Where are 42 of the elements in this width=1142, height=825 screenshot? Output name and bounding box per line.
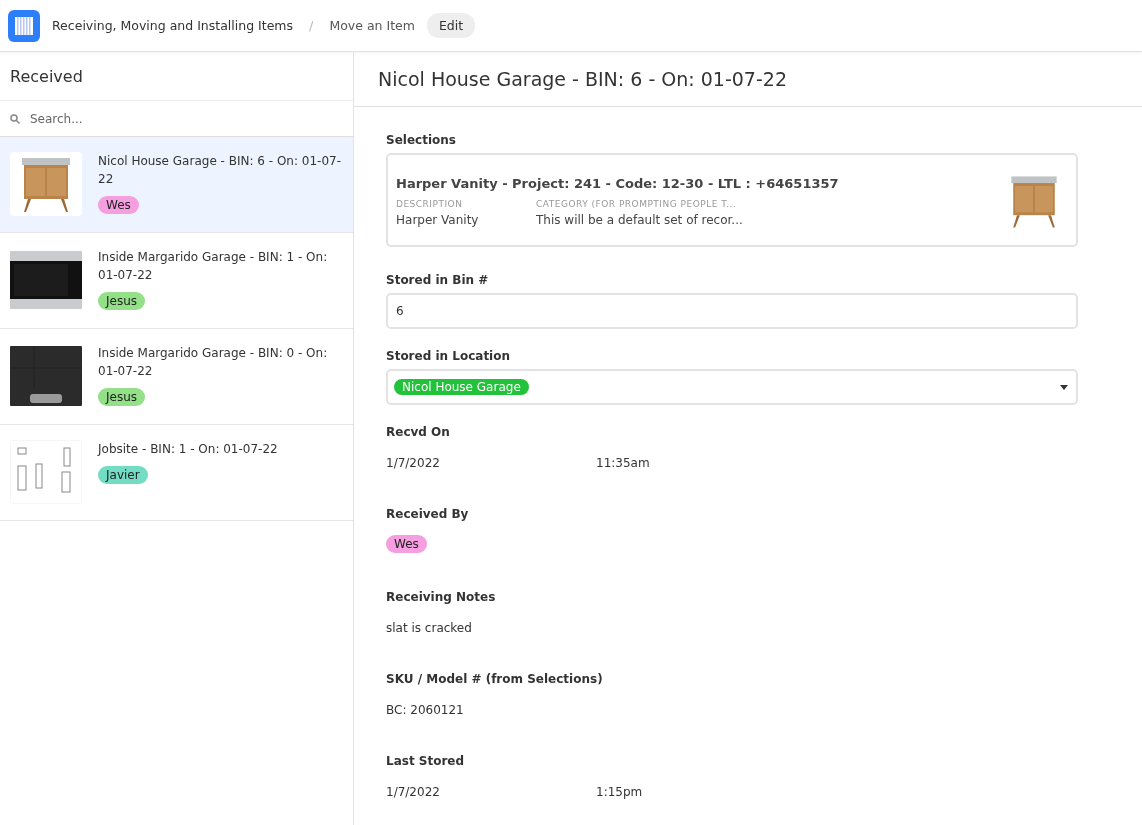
edit-button[interactable]: Edit (426, 13, 476, 38)
panel-title: Received (0, 52, 353, 101)
field-label: Receiving Notes (386, 590, 497, 604)
field-label: Stored in Location (386, 349, 512, 363)
person-tag: Javier (98, 466, 148, 484)
time-value: 1:15pm (596, 785, 643, 799)
person-tag: Wes (98, 196, 139, 214)
column-value: This will be a default set of recor... (536, 212, 744, 227)
column-heading: DESCRIPTION (396, 198, 464, 209)
list-item[interactable]: Nicol House Garage - BIN: 6 - On: 01-07-22 Wes (0, 137, 353, 233)
field-label: Recvd On (386, 425, 451, 439)
person-tag: Jesus (98, 292, 146, 310)
field-label: Selections (386, 133, 457, 147)
record-card[interactable]: Harper Vanity - Project: 241 - Code: 12-30 - LTL : +64651357 DESCRIPTION Harper Vanity CATEGORY (FOR PROMPTING PEOPLE T... This will be a default set of recor... (386, 153, 1078, 247)
search-field[interactable]: Search... (28, 110, 353, 127)
date-value: 1/7/2022 (386, 456, 441, 470)
item-title: Inside Margarido Garage - BIN: 0 - On: 01-07-22 (98, 345, 329, 380)
date-value: 1/7/2022 (386, 785, 441, 799)
item-title: Inside Margarido Garage - BIN: 1 - On: 01-07-22 (98, 249, 329, 284)
person-tag: Wes (386, 535, 427, 553)
breadcrumb-page[interactable]: Move an Item (329, 18, 415, 33)
bin-input[interactable]: 6 (386, 293, 1078, 329)
record-heading: Nicol House Garage - BIN: 6 - On: 01-07-22 (354, 52, 1142, 107)
app-logo-icon[interactable] (8, 9, 40, 42)
dropdown-icon (1060, 384, 1068, 390)
location-tag: Nicol House Garage (394, 379, 529, 395)
field-value: BC: 2060121 (386, 703, 465, 717)
record-title: Harper Vanity - Project: 241 - Code: 12-30 - LTL : +64651357 (396, 175, 840, 191)
person-tag: Jesus (98, 388, 146, 406)
search-icon (10, 113, 20, 124)
item-title: Jobsite - BIN: 1 - On: 01-07-22 (98, 441, 278, 458)
column-heading: CATEGORY (FOR PROMPTING PEOPLE T... (536, 198, 738, 209)
field-label: SKU / Model # (from Selections) (386, 672, 604, 686)
item-title: Nicol House Garage - BIN: 6 - On: 01-07-22 (98, 153, 343, 188)
app-title[interactable]: Receiving, Moving and Installing Items (52, 18, 294, 33)
field-label: Received By (386, 507, 470, 521)
column-value: Harper Vanity (396, 212, 480, 227)
field-label: Stored in Bin # (386, 273, 490, 287)
field-value: slat is cracked (386, 621, 473, 635)
time-value: 11:35am (596, 456, 650, 470)
breadcrumb-separator: / (309, 18, 314, 33)
field-label: Last Stored (386, 754, 466, 768)
